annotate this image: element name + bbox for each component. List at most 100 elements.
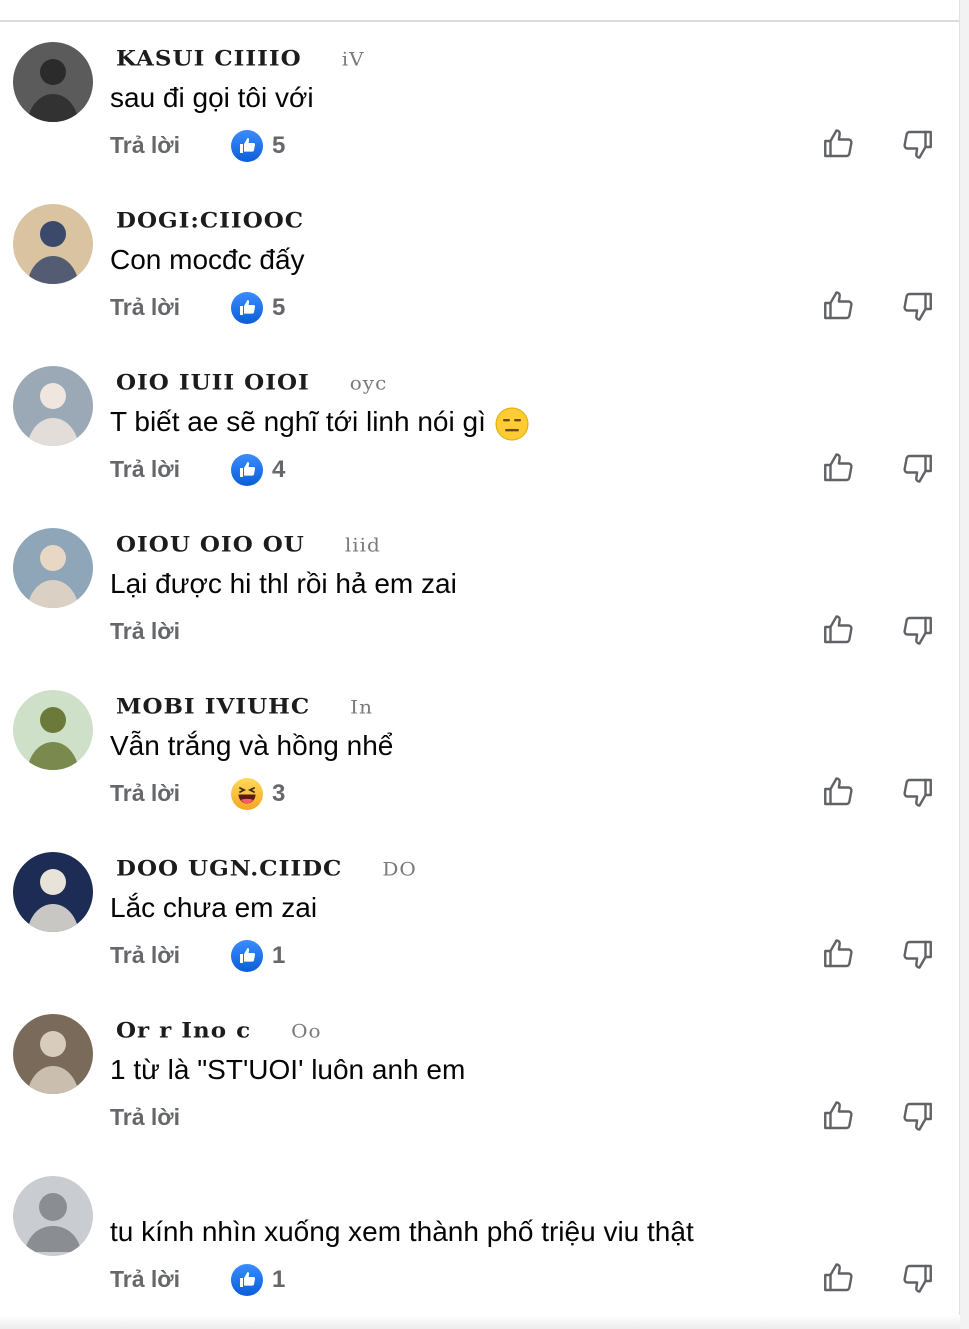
dislike-button[interactable] [898,1098,938,1138]
dislike-button[interactable] [898,288,938,328]
avatar[interactable] [13,204,93,284]
author-meta: DO [382,857,417,881]
thumbs-up-icon [820,450,856,491]
author-name[interactable]: OIO IUII OIOI [116,370,310,395]
comment-item: KASUI CIIIIO iV sau đi gọi tôi với Trả lời 5 [0,22,960,184]
reply-link[interactable]: Trả lời [110,454,180,484]
thumbs-down-icon [900,1098,936,1139]
like-reaction-icon [230,453,264,487]
comment-author[interactable] [116,1177,156,1208]
comment-author[interactable]: OIOU OIO OU liid [116,529,381,560]
thumbs-up-icon [820,1098,856,1139]
reply-link[interactable]: Trả lời [110,616,180,646]
haha-reaction-icon [230,777,264,811]
comment-item: DOGI:CIIOOC Con mocđc đấy Trả lời 5 [0,184,960,346]
thumbs-down-icon [900,774,936,815]
thumbs-down-icon [900,288,936,329]
reaction-summary[interactable]: 3 [230,777,285,811]
avatar[interactable] [13,528,93,608]
avatar[interactable] [13,1014,93,1094]
reaction-summary[interactable]: 5 [230,291,285,325]
reply-link[interactable]: Trả lời [110,130,180,160]
author-meta: Oo [291,1019,322,1043]
reaction-count: 5 [272,132,286,159]
comment-text: sau đi gọi tôi với [110,80,314,116]
reply-link[interactable]: Trả lời [110,778,180,808]
avatar[interactable] [13,42,93,122]
dislike-button[interactable] [898,126,938,166]
comment-body: tu kính nhìn xuống xem thành phố triệu v… [110,1216,694,1247]
like-button[interactable] [818,126,858,166]
comment-author[interactable]: DOGI:CIIOOC [116,205,344,236]
dislike-button[interactable] [898,774,938,814]
author-meta: iV [341,47,365,71]
comment-text: tu kính nhìn xuống xem thành phố triệu v… [110,1214,694,1250]
reply-link[interactable]: Trả lời [110,1264,180,1294]
thumbs-up-icon [820,774,856,815]
comment-item: OIO IUII OIOI oyc T biết ae sẽ nghĩ tới li… [0,346,960,508]
reaction-count: 4 [272,456,286,483]
comment-item: OIOU OIO OU liid Lại được hi thl rồi hả em… [0,508,960,670]
like-reaction-icon [230,939,264,973]
like-button[interactable] [818,1260,858,1300]
like-button[interactable] [818,936,858,976]
like-reaction-icon [230,129,264,163]
reaction-count: 5 [272,294,286,321]
reply-link[interactable]: Trả lời [110,940,180,970]
dislike-button[interactable] [898,612,938,652]
thumbs-down-icon [900,936,936,977]
comment-body: Vẫn trắng và hồng nhể [110,730,394,761]
like-reaction-icon [230,291,264,325]
comment-text: Lại được hi thl rồi hả em zai [110,566,457,602]
thumbs-up-icon [820,288,856,329]
comment-body: sau đi gọi tôi với [110,82,314,113]
reply-link[interactable]: Trả lời [110,1102,180,1132]
thumbs-up-icon [820,126,856,167]
comment-body: T biết ae sẽ nghĩ tới linh nói gì [110,406,486,437]
reaction-summary[interactable]: 1 [230,1263,285,1297]
author-meta: In [350,695,373,719]
dislike-button[interactable] [898,936,938,976]
bottom-edge [0,1315,960,1329]
like-reaction-icon [230,1263,264,1297]
like-button[interactable] [818,774,858,814]
comment-text: 1 từ là "ST'UOI' luôn anh em [110,1052,465,1088]
scrollbar-track[interactable] [959,0,969,1329]
reaction-summary[interactable]: 4 [230,453,285,487]
thumbs-up-icon [820,936,856,977]
comment-author[interactable]: OIO IUII OIOI oyc [116,367,387,398]
like-button[interactable] [818,288,858,328]
reaction-count: 1 [272,942,286,969]
comment-author[interactable]: DOO UGN.CIIDC DO [116,853,417,884]
comment-item: MOBI IVIUHC In Vẫn trắng và hồng nhể Trả lờ… [0,670,960,832]
comment-author[interactable]: KASUI CIIIIO iV [116,43,365,74]
thumbs-down-icon [900,450,936,491]
comment-body: 1 từ là "ST'UOI' luôn anh em [110,1054,466,1085]
author-name[interactable]: KASUI CIIIIO [116,46,302,71]
author-name[interactable]: Or r Ino c [116,1018,251,1043]
dislike-button[interactable] [898,450,938,490]
avatar[interactable] [13,1176,93,1256]
comment-body: Con mocđc đấy [110,244,305,275]
avatar[interactable] [13,852,93,932]
comment-text: T biết ae sẽ nghĩ tới linh nói gì [110,404,530,442]
like-button[interactable] [818,612,858,652]
reaction-summary[interactable]: 1 [230,939,285,973]
reaction-count: 3 [272,780,286,807]
comment-author[interactable]: Or r Ino c Oo [116,1015,322,1046]
author-meta: liid [344,533,381,557]
avatar[interactable] [13,690,93,770]
like-button[interactable] [818,1098,858,1138]
author-name[interactable]: MOBI IVIUHC [116,694,310,719]
author-name[interactable]: DOGI:CIIOOC [116,208,304,233]
reaction-summary[interactable]: 5 [230,129,285,163]
comment-author[interactable]: MOBI IVIUHC In [116,691,373,722]
reply-link[interactable]: Trả lời [110,292,180,322]
avatar[interactable] [13,366,93,446]
like-button[interactable] [818,450,858,490]
author-name[interactable]: OIOU OIO OU [116,532,305,557]
author-name[interactable]: DOO UGN.CIIDC [116,856,342,881]
dislike-button[interactable] [898,1260,938,1300]
comment-item: DOO UGN.CIIDC DO Lắc chưa em zai Trả lời 1 [0,832,960,994]
thumbs-up-icon [820,1260,856,1301]
